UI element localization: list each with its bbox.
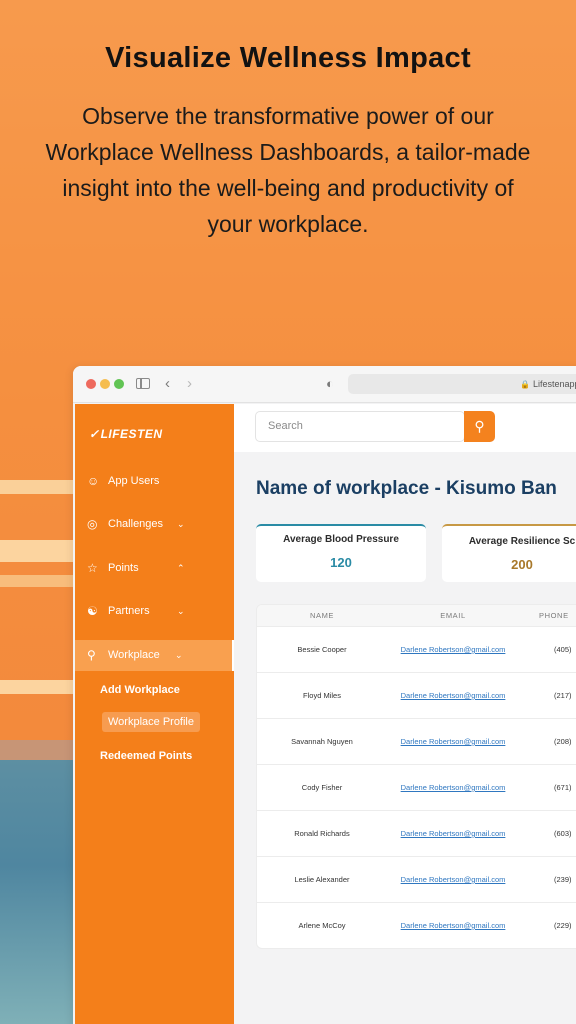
page-title: Name of workplace - Kisumo Ban (256, 478, 557, 499)
stat-value: 200 (511, 557, 533, 572)
logo-mark-icon: ✓ (89, 427, 100, 441)
logo-text: LIFESTEN (100, 427, 163, 441)
cell-email-link[interactable]: Darlene Robertson@gmail.com (387, 765, 519, 811)
minimize-window-button[interactable] (100, 379, 110, 389)
close-window-button[interactable] (86, 379, 96, 389)
cell-phone: (603) (554, 829, 572, 838)
sidebar-item-label: Challenges (108, 518, 164, 530)
main-content: Search ⚲ Name of workplace - Kisumo Ban … (234, 404, 576, 1024)
cell-name: Leslie Alexander (294, 875, 350, 884)
table-row[interactable]: Savannah Nguyen Darlene Robertson@gmail.… (257, 719, 576, 765)
search-input[interactable]: Search (255, 411, 465, 442)
background-stripe (0, 680, 80, 694)
cell-phone: (405) (554, 645, 572, 654)
cell-email-link[interactable]: Darlene Robertson@gmail.com (387, 857, 519, 903)
background-stripe (0, 480, 80, 494)
cell-phone: (239) (554, 875, 572, 884)
sidebar-item-app-users[interactable]: ☺ App Users (75, 466, 234, 497)
sidebar-item-workplace[interactable]: ⚲ Workplace ⌄ (75, 640, 234, 671)
partners-icon: ☯ (87, 604, 98, 618)
table-row[interactable]: Leslie Alexander Darlene Robertson@gmail… (257, 857, 576, 903)
sidebar-toggle-icon[interactable] (136, 378, 150, 389)
cell-phone: (217) (554, 691, 572, 700)
sidebar-item-label: Workplace (108, 649, 160, 661)
top-bar: Search ⚲ (234, 404, 576, 452)
sidebar-item-partners[interactable]: ☯ Partners ⌄ (75, 596, 234, 627)
stat-value: 120 (330, 555, 352, 570)
sidebar-item-points[interactable]: ☆ Points ⌃ (75, 553, 234, 584)
cell-name: Ronald Richards (294, 829, 350, 838)
hero-subtitle: Observe the transformative power of our … (45, 103, 531, 237)
location-icon: ⚲ (87, 648, 96, 662)
logo[interactable]: ✓LIFESTEN (89, 427, 163, 441)
table-row[interactable]: Arlene McCoy Darlene Robertson@gmail.com… (257, 903, 576, 948)
cell-email-link[interactable]: Darlene Robertson@gmail.com (387, 673, 519, 719)
back-arrow-icon[interactable]: ‹ (165, 374, 170, 394)
column-header-email[interactable]: EMAIL (387, 605, 519, 627)
lock-icon: 🔒 (519, 380, 530, 389)
cell-email-link[interactable]: Darlene Robertson@gmail.com (387, 903, 519, 948)
cell-name: Cody Fisher (301, 783, 343, 792)
sidebar: ✓LIFESTEN ☺ App Users ◎ Challenges ⌄ ☆ P… (75, 404, 234, 1024)
column-header-phone[interactable]: PHONE (539, 605, 576, 627)
search-button[interactable]: ⚲ (464, 411, 495, 442)
chevron-down-icon: ⌄ (175, 650, 183, 660)
users-table: NAME EMAIL PHONE Bessie Cooper Darlene R… (256, 604, 576, 949)
cell-name: Bessie Cooper (297, 645, 347, 654)
cell-phone: (229) (554, 921, 572, 930)
sidebar-item-label: Partners (108, 605, 150, 617)
submenu-add-workplace[interactable]: Add Workplace (100, 680, 180, 700)
table-header: NAME EMAIL PHONE (257, 605, 576, 627)
sidebar-item-label: Points (108, 562, 139, 574)
chevron-up-icon: ⌃ (177, 563, 185, 573)
shield-icon[interactable]: ◐ (326, 374, 334, 394)
table-row[interactable]: Ronald Richards Darlene Robertson@gmail.… (257, 811, 576, 857)
address-bar[interactable]: 🔒Lifestenapp.cm (348, 374, 576, 394)
browser-window: ‹ › ◐ 🔒Lifestenapp.cm ✓LIFESTEN ☺ App Us… (73, 366, 576, 1024)
background-stripe (0, 575, 80, 587)
column-header-name[interactable]: NAME (257, 605, 387, 627)
cell-phone: (208) (554, 737, 572, 746)
sidebar-item-label: App Users (108, 475, 160, 487)
url-text: Lifestenapp.cm (532, 379, 576, 389)
maximize-window-button[interactable] (114, 379, 124, 389)
cell-phone: (671) (554, 783, 572, 792)
cell-name: Savannah Nguyen (291, 737, 353, 746)
cell-email-link[interactable]: Darlene Robertson@gmail.com (387, 811, 519, 857)
forward-arrow-icon[interactable]: › (187, 374, 192, 394)
chevron-down-icon: ⌄ (177, 519, 185, 529)
cell-email-link[interactable]: Darlene Robertson@gmail.com (387, 627, 519, 673)
star-icon: ☆ (87, 561, 98, 575)
stat-label: Average Blood Pressure (283, 534, 399, 545)
target-icon: ◎ (87, 517, 98, 531)
stat-card-blood-pressure: Average Blood Pressure 120 (256, 524, 426, 582)
cell-email-link[interactable]: Darlene Robertson@gmail.com (387, 719, 519, 765)
background-stripe (0, 540, 80, 562)
stat-card-resilience: Average Resilience Sc 200 (442, 524, 576, 582)
table-row[interactable]: Floyd Miles Darlene Robertson@gmail.com … (257, 673, 576, 719)
cell-name: Arlene McCoy (298, 921, 346, 930)
browser-toolbar: ‹ › ◐ 🔒Lifestenapp.cm (73, 366, 576, 403)
user-icon: ☺ (87, 474, 100, 488)
submenu-redeemed-points[interactable]: Redeemed Points (100, 746, 192, 766)
background-sea (0, 760, 80, 1024)
submenu-workplace-profile[interactable]: Workplace Profile (102, 712, 200, 732)
table-row[interactable]: Cody Fisher Darlene Robertson@gmail.com … (257, 765, 576, 811)
chevron-down-icon: ⌄ (177, 606, 185, 616)
sidebar-item-challenges[interactable]: ◎ Challenges ⌄ (75, 509, 234, 540)
hero-title: Visualize Wellness Impact (105, 42, 471, 74)
stat-label: Average Resilience Sc (468, 536, 576, 547)
search-icon: ⚲ (474, 418, 485, 434)
table-row[interactable]: Bessie Cooper Darlene Robertson@gmail.co… (257, 627, 576, 673)
cell-name: Floyd Miles (303, 691, 341, 700)
